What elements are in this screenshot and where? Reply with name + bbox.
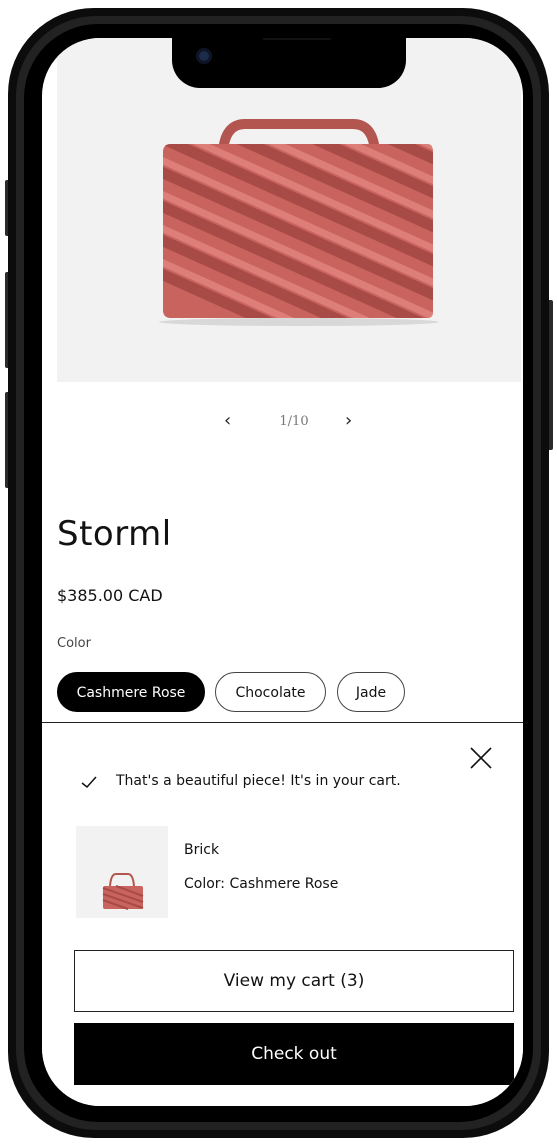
chevron-left-icon[interactable]: ‹ bbox=[224, 410, 231, 431]
added-message: That's a beautiful piece! It's in your c… bbox=[116, 773, 401, 789]
slider-controls: ‹ 1/10 › bbox=[42, 408, 523, 438]
slide-counter: 1/10 bbox=[279, 414, 309, 429]
close-icon[interactable] bbox=[466, 743, 496, 773]
check-icon bbox=[81, 776, 97, 789]
handbag-image bbox=[159, 119, 439, 326]
front-camera bbox=[196, 48, 212, 64]
handbag-thumbnail-image bbox=[102, 873, 144, 910]
view-cart-button[interactable]: View my cart (3) bbox=[74, 950, 514, 1012]
color-option-jade[interactable]: Jade bbox=[337, 672, 405, 712]
phone-frame: ‹ 1/10 › Storml $385.00 CAD Color Cashme… bbox=[0, 0, 557, 1146]
product-title: Storml bbox=[57, 514, 172, 554]
cart-item-thumbnail bbox=[76, 826, 168, 918]
chevron-right-icon[interactable]: › bbox=[345, 410, 352, 431]
phone-notch bbox=[172, 38, 406, 88]
color-option-cashmere-rose[interactable]: Cashmere Rose bbox=[57, 672, 205, 712]
product-image[interactable] bbox=[57, 38, 521, 382]
product-price: $385.00 CAD bbox=[57, 586, 163, 605]
cart-notification: That's a beautiful piece! It's in your c… bbox=[42, 722, 523, 1106]
cart-item-name: Brick bbox=[184, 842, 220, 858]
color-option-chocolate[interactable]: Chocolate bbox=[215, 672, 326, 712]
phone-screen: ‹ 1/10 › Storml $385.00 CAD Color Cashme… bbox=[42, 38, 523, 1106]
checkout-button[interactable]: Check out bbox=[74, 1023, 514, 1085]
color-label: Color bbox=[57, 636, 91, 651]
cart-item-color: Color: Cashmere Rose bbox=[184, 876, 339, 892]
speaker-grille bbox=[262, 38, 332, 40]
